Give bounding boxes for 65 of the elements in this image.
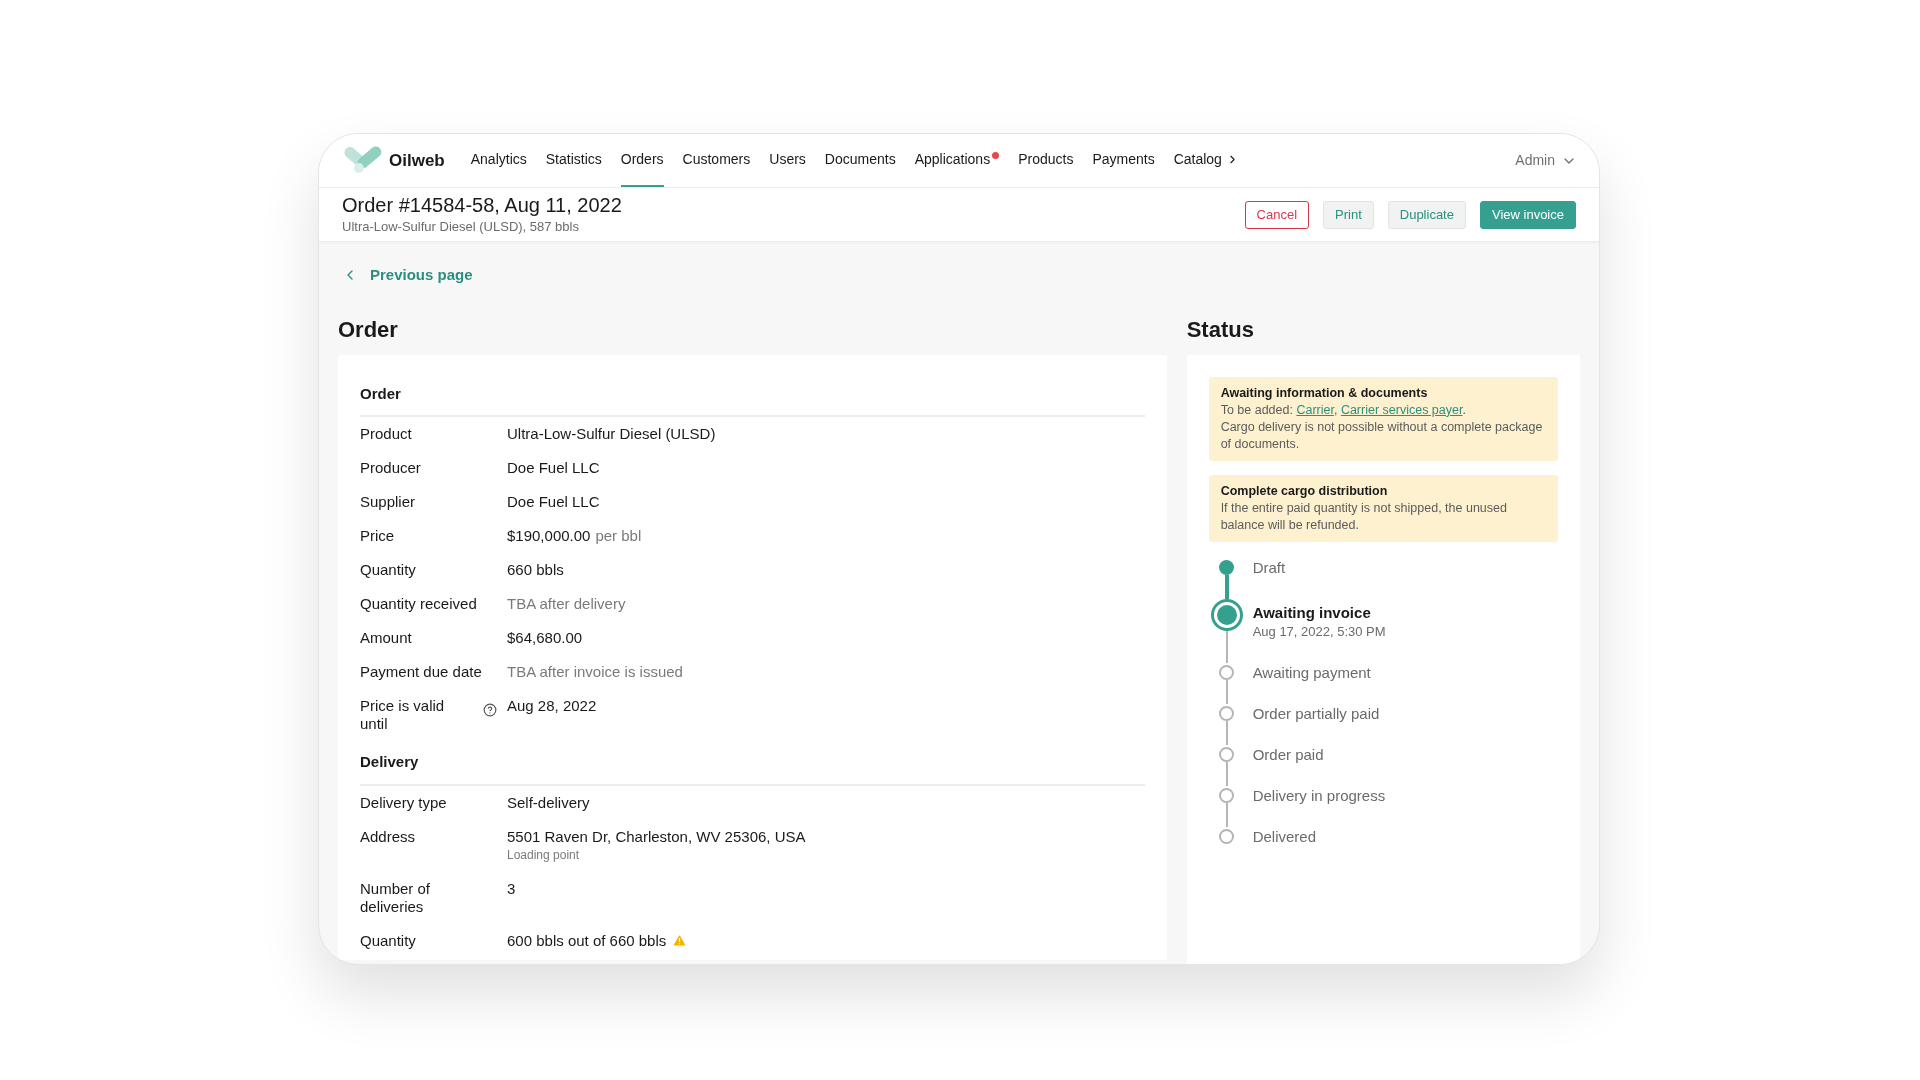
step-label: Draft xyxy=(1252,557,1286,577)
notice-title: Awaiting information & documents xyxy=(1220,384,1429,402)
field-value: 660 bbls xyxy=(507,561,564,579)
card-section-title: Order xyxy=(360,382,1145,417)
step-label: Delivered xyxy=(1252,827,1316,846)
field-label: Number of deliveries xyxy=(360,879,432,916)
step-label: Awaiting invoice xyxy=(1252,602,1372,622)
field-value: TBA after delivery xyxy=(507,595,626,613)
nav-tab[interactable]: Applications xyxy=(914,134,1000,187)
nav-tab[interactable]: Statistics xyxy=(545,134,602,187)
field-label: Quantity xyxy=(360,931,416,950)
field-value: Self-delivery xyxy=(507,793,590,812)
nav-tab[interactable]: Analytics xyxy=(470,134,527,187)
field-value: TBA after invoice is issued xyxy=(507,663,683,681)
notice-link[interactable]: Carrier services payer xyxy=(1340,402,1463,417)
step-label: Awaiting payment xyxy=(1252,663,1371,682)
field-label: Quantity received xyxy=(360,595,477,613)
field-value: 600 bbls out of 660 bbls xyxy=(507,931,667,950)
field-label: Amount xyxy=(360,629,412,647)
notice-link[interactable]: Carrier xyxy=(1296,402,1334,417)
field-label: Product xyxy=(360,425,412,443)
notice-text: If the entire paid quantity is not shipped, the unused balance will be refunded. xyxy=(1220,499,1508,534)
field-label: Supplier xyxy=(360,493,416,511)
card-section-title: Delivery xyxy=(360,751,1145,786)
user-menu[interactable]: Admin xyxy=(1515,134,1577,187)
field-value: 3 xyxy=(507,879,516,898)
action-button[interactable]: Print xyxy=(1323,200,1374,229)
field-label: Delivery type xyxy=(360,793,447,812)
field-value: 5501 Raven Dr, Charleston, WV 25306, USA xyxy=(507,827,806,846)
section-heading: Status xyxy=(1186,316,1255,343)
action-button[interactable]: Duplicate xyxy=(1387,200,1466,229)
field-value: Doe Fuel LLC xyxy=(507,459,600,477)
page-subtitle: Ultra-Low-Sulfur Diesel (ULSD), 587 bbls xyxy=(342,217,580,236)
notice-title: Complete cargo distribution xyxy=(1220,482,1389,500)
nav-tab[interactable]: Payments xyxy=(1092,134,1155,187)
nav-tab[interactable]: Products xyxy=(1018,134,1074,187)
page-title: Order #14584-58, Aug 11, 2022 xyxy=(342,192,622,217)
logo-icon xyxy=(341,145,383,176)
notice-text: To be added: Carrier, Carrier services payer. xyxy=(1220,401,1467,419)
step-date: Aug 17, 2022, 5:30 PM xyxy=(1252,622,1386,641)
field-label: Producer xyxy=(360,459,421,477)
notice-text: Cargo delivery is not possible without a complete package of documents. xyxy=(1220,418,1544,453)
field-label: Price xyxy=(360,527,395,545)
field-note: Loading point xyxy=(507,846,581,864)
field-value: $64,680.00 xyxy=(507,629,583,647)
field-label: Quantity xyxy=(360,561,416,579)
brand-name: Oilweb xyxy=(389,149,445,172)
field-value: $190,000.00 xyxy=(507,527,591,545)
step-label: Delivery in progress xyxy=(1252,786,1386,805)
field-value: Doe Fuel LLC xyxy=(507,493,600,511)
action-button[interactable]: Cancel xyxy=(1244,200,1310,229)
step-label: Order partially paid xyxy=(1252,704,1380,723)
field-label: Address xyxy=(360,827,416,846)
field-label: Payment due date xyxy=(360,663,482,681)
field-value: Aug 28, 2022 xyxy=(507,697,597,715)
nav-tab[interactable]: Customers xyxy=(682,134,751,187)
nav-tab[interactable]: Documents xyxy=(824,134,896,187)
nav-tab[interactable]: Users xyxy=(769,134,806,187)
section-heading: Order xyxy=(338,316,399,343)
unit-label: per bbl xyxy=(595,527,642,545)
step-label: Order paid xyxy=(1252,745,1324,764)
previous-page-link[interactable]: Previous page xyxy=(342,264,1580,287)
nav-tab[interactable]: Catalog xyxy=(1173,134,1239,187)
field-label: Price is valid until xyxy=(360,697,446,733)
field-value: Ultra-Low-Sulfur Diesel (ULSD) xyxy=(507,425,716,443)
